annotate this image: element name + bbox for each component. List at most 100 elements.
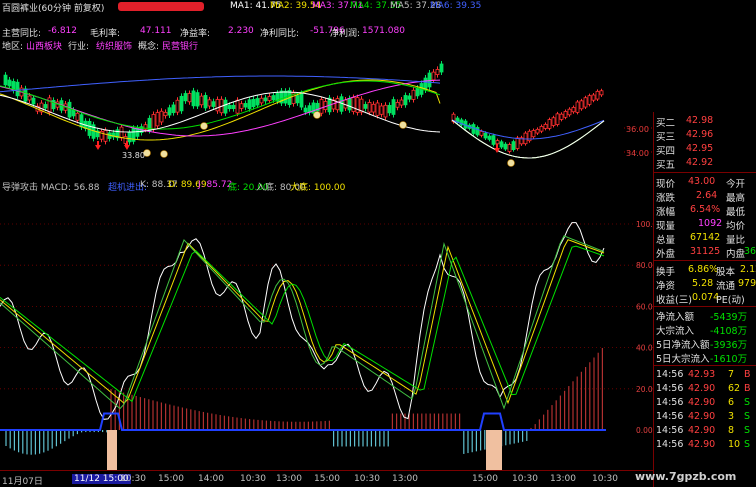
candle-body	[403, 95, 408, 106]
candle-body	[183, 93, 188, 102]
candle-body	[191, 90, 196, 107]
flow-row: 大宗流入 -4108万	[654, 322, 756, 337]
candle-body	[503, 143, 508, 150]
time-label: 13:00	[276, 474, 302, 484]
quote-value: 2.12	[740, 264, 756, 275]
axis-label-36: 36.00	[626, 125, 649, 134]
quote-label: 流通	[716, 281, 736, 292]
order-book-row[interactable]: 买四 42.95	[654, 142, 756, 157]
candle-body	[399, 99, 404, 106]
indicator-axis-label: 80.00	[636, 261, 653, 270]
candle-body	[375, 102, 380, 116]
ob-label: 买三	[656, 132, 676, 143]
fund-label-3: 净利同比:	[260, 29, 300, 39]
candle-body	[523, 132, 528, 145]
tick-cell: 14:56	[656, 383, 684, 394]
fund-value-2: 2.230	[228, 26, 254, 36]
candle-body	[187, 93, 192, 103]
tick-row: 14:56 42.90 6 S	[654, 396, 756, 409]
quote-row: 净资 5.28 流通 9791	[654, 277, 756, 292]
candle-body	[515, 137, 520, 149]
fund-label-1: 毛利率:	[90, 29, 121, 39]
candle-body	[391, 99, 396, 115]
flow-value: -1610万	[710, 354, 748, 365]
candle-body	[75, 112, 80, 121]
candle-body	[127, 132, 132, 143]
buy-signal-icon	[507, 159, 515, 167]
quote-value: 43.00	[688, 176, 716, 187]
grid-group	[0, 223, 653, 390]
ma6-label: MA6: 39.35	[430, 1, 482, 11]
candle-body	[347, 98, 352, 111]
quote-panel: 买二 42.98 买三 42.96 买四 42.95 买五 42.92 现价 4…	[653, 112, 756, 487]
quote-label: 外盘	[656, 249, 676, 260]
buy-signal-icon	[160, 150, 168, 158]
candlestick-chart[interactable]: 33.80 36.00 34.00	[0, 50, 653, 178]
candle-body	[79, 114, 84, 128]
candle-body	[167, 107, 172, 116]
quote-value: 1092	[698, 218, 723, 229]
quote-value: 6.86%	[688, 264, 719, 275]
candle-body	[439, 63, 444, 73]
candle-body	[263, 97, 268, 102]
candle-body	[119, 126, 124, 139]
quote-row: 现价 43.00 今开	[654, 175, 756, 190]
time-label: 10:30	[512, 474, 538, 484]
candle-body	[27, 95, 32, 101]
quote-value: 31125	[690, 246, 721, 257]
quote-label: 今开	[726, 179, 746, 190]
candle-body	[179, 95, 184, 112]
tick-cell: 42.90	[688, 425, 716, 436]
time-label: 10:30	[354, 474, 380, 484]
candle-body	[23, 88, 28, 102]
candle-body	[227, 104, 232, 110]
indicator-header: 导弹攻击 MACD: 56.88 超机进出: K: 88.37 D: 89.69…	[0, 180, 653, 193]
candle-body	[595, 90, 600, 100]
candle-body	[159, 110, 164, 123]
fund-label-2: 净益率:	[180, 29, 211, 39]
redacted-text	[118, 2, 204, 11]
indicator-axis-label: 0.00	[636, 426, 653, 435]
quote-label: 量比	[726, 235, 746, 246]
candle-body	[239, 103, 244, 109]
tick-cell: S	[744, 411, 751, 422]
candle-body	[551, 117, 556, 126]
price-low-label: 33.80	[122, 151, 145, 160]
candle-body	[231, 104, 236, 109]
indicator-chart[interactable]: 100.00 80.00 60.00 40.00 20.00 0.00	[0, 192, 653, 470]
order-book-row[interactable]: 买三 42.96	[654, 128, 756, 143]
candle-body	[511, 141, 516, 151]
quote-row: 现量 1092 均价	[654, 217, 756, 232]
tick-cell: 42.90	[688, 397, 716, 408]
order-book-row[interactable]: 买二 42.98	[654, 114, 756, 129]
quote-value: 360	[744, 246, 756, 257]
ob-label: 买二	[656, 118, 676, 129]
candle-body	[411, 89, 416, 100]
order-book-row[interactable]: 买五 42.92	[654, 156, 756, 171]
quote-value: 6.54%	[690, 204, 721, 215]
time-label: 10:30	[120, 474, 146, 484]
candle-body	[371, 103, 376, 113]
tick-cell: S	[744, 439, 751, 450]
quote-label: 净资	[656, 281, 676, 292]
buy-signal-icon	[313, 111, 321, 119]
tick-cell: 3	[728, 411, 735, 422]
ob-label: 买四	[656, 146, 676, 157]
candle-body	[407, 95, 412, 100]
flow-row: 5日净流入额 -3936万	[654, 336, 756, 351]
candle-body	[435, 69, 440, 75]
time-label: 10:30	[592, 474, 618, 484]
axis-label-34: 34.00	[626, 149, 649, 158]
quote-label: 换手	[656, 267, 676, 278]
flow-value: -4108万	[710, 326, 748, 337]
time-label: 11月07日	[2, 477, 43, 487]
candle-body	[427, 72, 432, 88]
time-label: 15:00	[314, 474, 340, 484]
candle-body	[555, 113, 560, 125]
time-label: 10:30	[240, 474, 266, 484]
quote-label: 收益(三)	[656, 295, 692, 306]
time-label: 13:00	[392, 474, 418, 484]
candle-body	[571, 107, 576, 113]
candle-body	[531, 130, 536, 138]
quote-label: 最低	[726, 207, 746, 218]
